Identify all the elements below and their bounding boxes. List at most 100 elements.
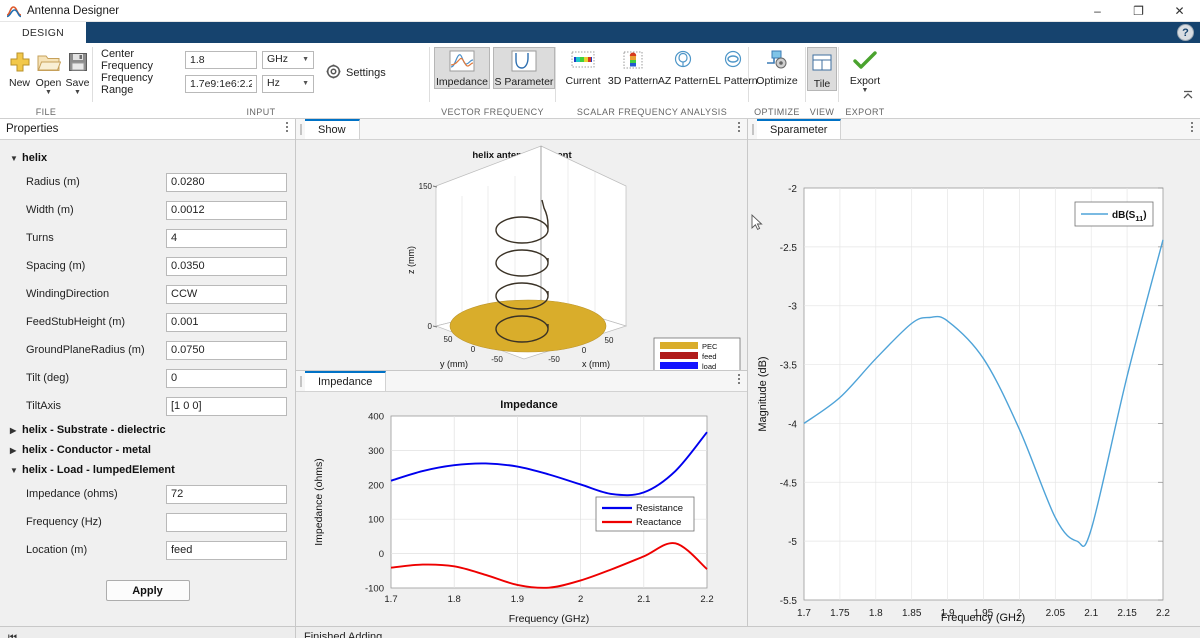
impedance-figure[interactable]: Impedance -1000100200300400 1.71.81.922.… [296,392,747,626]
settings-button[interactable]: Settings [326,49,386,97]
current-analysis-label: Current [565,75,600,87]
tab-show[interactable]: Show [305,119,360,139]
show-pane-menu-icon[interactable] [738,122,740,134]
pattern3d-analysis-button[interactable]: 3D Pattern [609,47,657,87]
property-input[interactable] [166,313,287,332]
frequency-range-input[interactable] [185,75,257,93]
tab-sparameter[interactable]: Sparameter [757,119,841,139]
svg-text:0: 0 [428,322,433,331]
minimize-button[interactable]: – [1077,0,1118,22]
ribbon-group-file-label: FILE [0,105,92,119]
property-row: Impedance (ohms) [0,480,295,508]
chevron-down-icon[interactable]: ▼ [74,90,81,96]
help-button[interactable]: ? [1177,24,1194,41]
svg-text:1.85: 1.85 [902,608,922,619]
apply-button[interactable]: Apply [106,580,190,601]
svg-text:-50: -50 [491,355,503,364]
property-input[interactable] [166,369,287,388]
chevron-down-icon[interactable]: ▼ [862,88,869,94]
ribbon-group-file: New Open ▼ [0,43,92,119]
el-pattern-icon [722,47,744,73]
svg-text:Resistance: Resistance [636,503,683,514]
export-button[interactable]: Export ▼ [841,47,889,94]
export-label: Export [850,75,880,87]
properties-section-header[interactable]: ▼helix - Load - lumpedElement [0,460,295,480]
optimize-label: Optimize [756,75,797,87]
sparameter-pane-menu-icon[interactable] [1191,122,1193,134]
properties-panel-menu-icon[interactable] [286,122,288,134]
close-button[interactable]: ✕ [1159,0,1200,22]
window-controls: – ❐ ✕ [1077,0,1200,22]
ribbon-group-export-label: EXPORT [839,105,891,119]
save-label: Save [66,77,90,89]
svg-text:x (mm): x (mm) [582,359,610,369]
ribbon-collapse-button[interactable] [1182,89,1194,104]
drag-handle[interactable] [296,371,305,391]
svg-text:0: 0 [582,346,587,355]
impedance-pane-menu-icon[interactable] [738,374,740,386]
property-input[interactable] [166,513,287,532]
az-pattern-analysis-button[interactable]: AZ Pattern [659,47,707,87]
property-input[interactable] [166,541,287,560]
svg-text:load: load [702,362,716,370]
current-analysis-button[interactable]: Current [559,47,607,87]
new-button[interactable]: New [5,47,34,89]
impedance-analysis-label: Impedance [436,76,488,88]
svg-text:200: 200 [368,480,384,491]
property-input[interactable] [166,229,287,248]
property-input[interactable] [166,173,287,192]
property-input[interactable] [166,201,287,220]
settings-label: Settings [346,67,386,79]
property-input[interactable] [166,485,287,504]
properties-section-header[interactable]: ▼helix [0,148,295,168]
property-row: Width (m) [0,196,295,224]
sparameter-analysis-button[interactable]: S Parameter [493,47,555,89]
status-bar: ⏮ Finished Adding [0,626,1200,638]
svg-text:1.7: 1.7 [384,594,397,605]
impedance-analysis-button[interactable]: Impedance [434,47,490,89]
chevron-down-icon[interactable]: ▼ [45,90,52,96]
property-input[interactable] [166,341,287,360]
svg-text:400: 400 [368,412,384,423]
svg-text:1.9: 1.9 [511,594,524,605]
drag-handle[interactable] [748,119,757,139]
save-button[interactable]: Save ▼ [63,47,92,96]
az-pattern-icon [672,47,694,73]
center-frequency-unit-select[interactable]: GHz ▼ [262,51,314,69]
frequency-range-unit-select[interactable]: Hz ▼ [262,75,314,93]
property-label: Impedance (ohms) [26,488,166,500]
property-input[interactable] [166,285,287,304]
helix-3d-figure[interactable]: helix antenna element [296,140,747,370]
property-row: TiltAxis [0,392,295,420]
impedance-tabbar: Impedance [296,371,747,392]
drag-handle[interactable] [296,119,305,139]
svg-text:-2: -2 [788,184,797,195]
impedance-chart-svg: Impedance -1000100200300400 1.71.81.922.… [296,392,747,626]
center-frequency-input[interactable] [185,51,257,69]
center-frequency-label: Center Frequency [101,48,185,72]
open-button[interactable]: Open ▼ [34,47,63,96]
ribbon-group-view: Tile VIEW [806,43,838,119]
properties-section-header[interactable]: ▶helix - Substrate - dielectric [0,420,295,440]
right-column: Sparameter -2-2.5-3-3.5-4-4.5-5-5.5 1.71… [748,119,1200,626]
frequency-range-unit-value: Hz [267,75,280,92]
collapse-panel-icon[interactable]: ⏮ [8,632,17,638]
property-row: FeedStubHeight (m) [0,308,295,336]
svg-text:-5.5: -5.5 [780,596,798,607]
helix-3d-legend: PEC feed load [654,338,740,370]
svg-text:y (mm): y (mm) [440,359,468,369]
property-label: Turns [26,232,166,244]
property-row: Frequency (Hz) [0,508,295,536]
ribbon-tab-design[interactable]: DESIGN [0,22,86,43]
properties-section-header[interactable]: ▶helix - Conductor - metal [0,440,295,460]
property-input[interactable] [166,397,287,416]
property-input[interactable] [166,257,287,276]
property-row: Spacing (m) [0,252,295,280]
svg-text:2.1: 2.1 [637,594,650,605]
tab-impedance[interactable]: Impedance [305,371,386,391]
maximize-button[interactable]: ❐ [1118,0,1159,22]
sparameter-figure[interactable]: -2-2.5-3-3.5-4-4.5-5-5.5 1.71.751.81.851… [748,140,1200,626]
optimize-button[interactable]: Optimize [752,47,801,87]
tile-button[interactable]: Tile [807,47,837,91]
property-label: Radius (m) [26,176,166,188]
